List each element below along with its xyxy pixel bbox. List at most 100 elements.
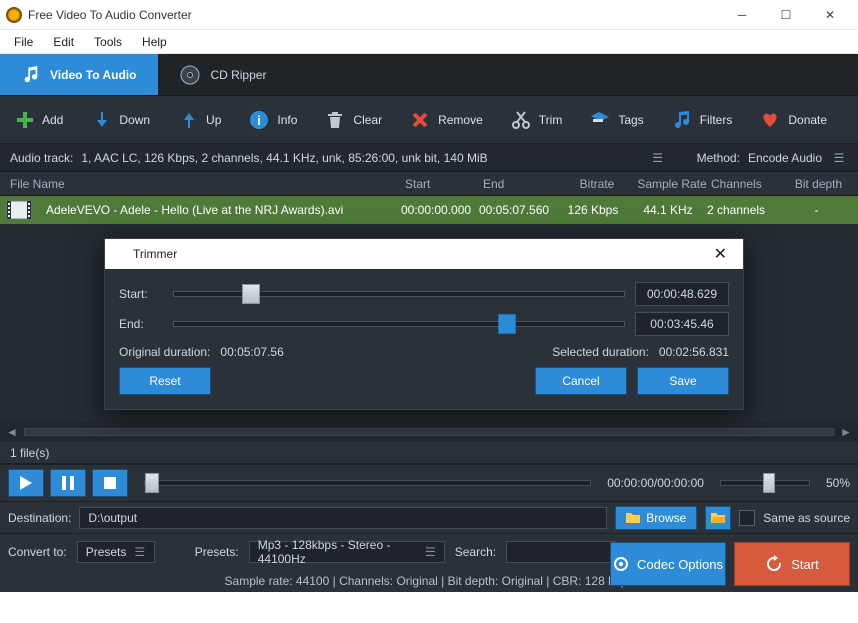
tag-icon bbox=[590, 110, 610, 130]
file-list: AdeleVEVO - Adele - Hello (Live at the N… bbox=[0, 196, 858, 422]
open-folder-button[interactable] bbox=[705, 506, 731, 530]
convert-to-value: Presets bbox=[86, 545, 127, 559]
cell-end: 00:05:07.560 bbox=[479, 203, 557, 217]
arrow-up-icon bbox=[178, 110, 198, 130]
hamburger-icon[interactable]: ☰ bbox=[649, 151, 667, 165]
up-button[interactable]: Up bbox=[178, 110, 221, 130]
slider-thumb[interactable] bbox=[498, 314, 516, 334]
clear-label: Clear bbox=[353, 113, 382, 127]
dialog-close-button[interactable]: ✕ bbox=[706, 242, 735, 266]
time-display: 00:00:00/00:00:00 bbox=[607, 476, 704, 490]
hamburger-icon: ☰ bbox=[425, 545, 436, 559]
hamburger-icon: ☰ bbox=[134, 545, 145, 559]
scroll-right-icon[interactable]: ► bbox=[840, 425, 852, 439]
convert-to-select[interactable]: Presets ☰ bbox=[77, 541, 155, 563]
filter-icon bbox=[672, 110, 692, 130]
hamburger-icon[interactable]: ☰ bbox=[830, 151, 848, 165]
up-label: Up bbox=[206, 113, 221, 127]
app-icon bbox=[113, 247, 127, 261]
menu-file[interactable]: File bbox=[4, 32, 43, 52]
col-bitrate[interactable]: Bitrate bbox=[561, 177, 633, 191]
method-value[interactable]: Encode Audio bbox=[748, 151, 822, 165]
stop-button[interactable] bbox=[92, 469, 128, 497]
browse-button[interactable]: Browse bbox=[615, 506, 697, 530]
trim-button[interactable]: Trim bbox=[511, 110, 563, 130]
svg-text:i: i bbox=[258, 113, 262, 128]
col-bitdepth[interactable]: Bit depth bbox=[789, 177, 848, 191]
slider-thumb[interactable] bbox=[763, 473, 775, 493]
donate-button[interactable]: Donate bbox=[760, 110, 827, 130]
maximize-button[interactable]: ☐ bbox=[764, 1, 808, 29]
reset-button[interactable]: Reset bbox=[119, 367, 211, 395]
start-label: Start: bbox=[119, 287, 163, 301]
info-button[interactable]: iInfo bbox=[249, 110, 297, 130]
menu-tools[interactable]: Tools bbox=[84, 32, 132, 52]
volume-slider[interactable] bbox=[720, 480, 810, 486]
col-start[interactable]: Start bbox=[405, 177, 483, 191]
cell-start: 00:00:00.000 bbox=[401, 203, 479, 217]
cell-bitrate: 126 Kbps bbox=[557, 203, 629, 217]
codec-options-button[interactable]: Codec Options bbox=[610, 542, 726, 586]
menubar: File Edit Tools Help bbox=[0, 30, 858, 54]
slider-thumb[interactable] bbox=[145, 473, 159, 493]
horizontal-scrollbar[interactable]: ◄ ► bbox=[0, 422, 858, 442]
pause-button[interactable] bbox=[50, 469, 86, 497]
minimize-button[interactable]: ─ bbox=[720, 1, 764, 29]
presets-label: Presets: bbox=[195, 545, 239, 559]
cancel-button[interactable]: Cancel bbox=[535, 367, 627, 395]
original-duration-value: 00:05:07.56 bbox=[220, 345, 283, 359]
filters-label: Filters bbox=[700, 113, 733, 127]
filters-button[interactable]: Filters bbox=[672, 110, 733, 130]
start-value[interactable]: 00:00:48.629 bbox=[635, 282, 729, 306]
convert-to-label: Convert to: bbox=[8, 545, 67, 559]
destination-input[interactable]: D:\output bbox=[79, 507, 607, 529]
arrow-down-icon bbox=[91, 110, 111, 130]
tags-button[interactable]: Tags bbox=[590, 110, 643, 130]
save-button[interactable]: Save bbox=[637, 367, 729, 395]
play-button[interactable] bbox=[8, 469, 44, 497]
col-samplerate[interactable]: Sample Rate bbox=[633, 177, 711, 191]
preset-select[interactable]: Mp3 - 128kbps - Stereo - 44100Hz☰ bbox=[249, 541, 445, 563]
cell-samplerate: 44.1 KHz bbox=[629, 203, 707, 217]
heart-icon bbox=[760, 110, 780, 130]
gear-icon bbox=[613, 556, 629, 572]
main-tabs: Video To Audio CD Ripper bbox=[0, 54, 858, 96]
add-label: Add bbox=[42, 113, 63, 127]
search-input[interactable] bbox=[506, 541, 616, 563]
trim-label: Trim bbox=[539, 113, 563, 127]
remove-button[interactable]: Remove bbox=[410, 110, 483, 130]
dialog-title: Trimmer bbox=[133, 247, 177, 261]
destination-value: D:\output bbox=[88, 511, 137, 525]
start-button[interactable]: Start bbox=[734, 542, 850, 586]
menu-edit[interactable]: Edit bbox=[43, 32, 84, 52]
end-value[interactable]: 00:03:45.46 bbox=[635, 312, 729, 336]
clear-button[interactable]: Clear bbox=[325, 110, 382, 130]
seek-slider[interactable] bbox=[144, 480, 591, 486]
add-button[interactable]: Add bbox=[14, 110, 63, 130]
film-icon bbox=[6, 200, 36, 220]
tab-cd-ripper[interactable]: CD Ripper bbox=[158, 54, 288, 95]
col-channels[interactable]: Channels bbox=[711, 177, 789, 191]
search-label: Search: bbox=[455, 545, 496, 559]
plus-icon bbox=[14, 110, 34, 130]
same-as-source-checkbox[interactable] bbox=[739, 510, 755, 526]
app-icon bbox=[6, 7, 22, 23]
info-icon: i bbox=[249, 110, 269, 130]
close-button[interactable]: ✕ bbox=[808, 1, 852, 29]
slider-thumb[interactable] bbox=[242, 284, 260, 304]
col-end[interactable]: End bbox=[483, 177, 561, 191]
trimmer-dialog: Trimmer ✕ Start: 00:00:48.629 End: 00:03… bbox=[104, 238, 744, 410]
player-controls: 00:00:00/00:00:00 50% bbox=[0, 464, 858, 502]
audio-track-value[interactable]: 1, AAC LC, 126 Kbps, 2 channels, 44.1 KH… bbox=[81, 151, 640, 165]
scroll-left-icon[interactable]: ◄ bbox=[6, 425, 18, 439]
start-slider[interactable] bbox=[173, 291, 625, 297]
end-slider[interactable] bbox=[173, 321, 625, 327]
selected-duration-label: Selected duration: bbox=[552, 345, 649, 359]
file-row[interactable]: AdeleVEVO - Adele - Hello (Live at the N… bbox=[0, 196, 858, 224]
down-button[interactable]: Down bbox=[91, 110, 150, 130]
menu-help[interactable]: Help bbox=[132, 32, 177, 52]
tab-video-to-audio[interactable]: Video To Audio bbox=[0, 54, 158, 95]
scrollbar-track[interactable] bbox=[24, 428, 834, 436]
refresh-icon bbox=[765, 555, 783, 573]
col-filename[interactable]: File Name bbox=[10, 177, 405, 191]
